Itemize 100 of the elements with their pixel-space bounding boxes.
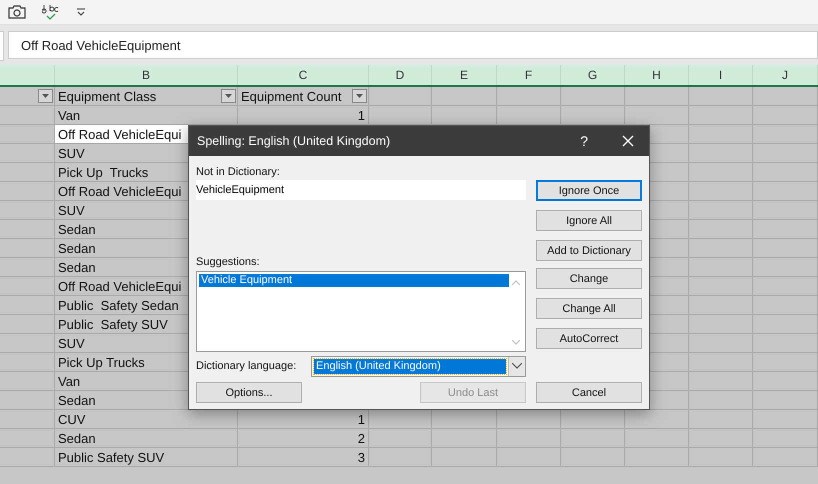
table-cell [689, 372, 753, 391]
table-cell [689, 239, 753, 258]
table-cell [753, 315, 818, 334]
table-cell [753, 277, 818, 296]
filter-button[interactable] [352, 89, 367, 103]
table-cell [625, 448, 689, 467]
language-dropdown[interactable]: English (United Kingdom) [311, 356, 526, 376]
table-cell [689, 201, 753, 220]
table-cell [753, 87, 818, 106]
spelling-check-icon[interactable] [42, 3, 60, 21]
customize-caret-icon[interactable] [76, 7, 86, 17]
table-cell [689, 391, 753, 410]
table-cell [753, 429, 818, 448]
table-cell [432, 448, 497, 467]
table-cell [561, 87, 625, 106]
table-cell [561, 448, 625, 467]
help-button[interactable]: ? [580, 133, 588, 149]
table-cell [753, 448, 818, 467]
table-cell [753, 391, 818, 410]
not-in-dictionary-field[interactable]: VehicleEquipment [196, 180, 526, 200]
dialog-button[interactable]: Ignore Once [536, 180, 642, 201]
table-cell [369, 448, 432, 467]
table-cell [0, 201, 55, 220]
table-cell [689, 353, 753, 372]
table-cell [689, 258, 753, 277]
table-cell [689, 410, 753, 429]
table-cell [753, 410, 818, 429]
table-cell [0, 296, 55, 315]
table-cell [0, 410, 55, 429]
close-icon[interactable] [622, 135, 634, 147]
table-cell [689, 182, 753, 201]
table-cell [0, 315, 55, 334]
table-cell [497, 87, 561, 106]
column-header[interactable]: G [561, 65, 625, 85]
table-cell [0, 391, 55, 410]
table-cell [753, 372, 818, 391]
dialog-button[interactable]: Cancel [536, 382, 642, 403]
formula-input-field[interactable]: Off Road VehicleEquipment [8, 31, 818, 59]
filter-button[interactable] [38, 89, 53, 103]
table-cell [753, 144, 818, 163]
table-cell [0, 277, 55, 296]
suggestion-item[interactable]: Vehicle Equipment [199, 274, 509, 287]
dialog-button[interactable]: Ignore All [536, 210, 642, 231]
table-cell [432, 87, 497, 106]
table-header-cell: Equipment Class [58, 88, 156, 104]
table-cell [753, 201, 818, 220]
caret-icon [42, 94, 49, 98]
table-cell [432, 429, 497, 448]
column-header[interactable]: I [689, 65, 753, 85]
column-header[interactable]: E [432, 65, 497, 85]
caret-icon [356, 94, 363, 98]
table-cell [753, 334, 818, 353]
table-cell[interactable]: Sedan [55, 429, 238, 448]
table-header-cell: Equipment Count [241, 88, 342, 104]
column-header[interactable]: D [369, 65, 432, 85]
table-cell [369, 429, 432, 448]
table-cell [689, 144, 753, 163]
table-cell: 2 [238, 429, 369, 448]
column-header[interactable]: J [753, 65, 818, 85]
table-cell [0, 144, 55, 163]
table-cell [497, 429, 561, 448]
dialog-button[interactable]: Options... [196, 382, 302, 403]
camera-icon[interactable] [8, 4, 26, 20]
table-cell [625, 87, 689, 106]
table-cell [689, 87, 753, 106]
table-cell [689, 315, 753, 334]
table-cell [689, 334, 753, 353]
table-cell [497, 448, 561, 467]
table-cell [0, 182, 55, 201]
table-cell [0, 353, 55, 372]
dialog-button[interactable]: Add to Dictionary [536, 240, 642, 261]
column-header[interactable]: H [625, 65, 689, 85]
table-cell [689, 277, 753, 296]
table-cell [0, 372, 55, 391]
dialog-button[interactable]: Change All [536, 298, 642, 319]
table-cell [753, 220, 818, 239]
table-cell [689, 296, 753, 315]
caret-icon [225, 94, 232, 98]
table-cell [0, 429, 55, 448]
filter-button[interactable] [221, 89, 236, 103]
dialog-button[interactable]: Change [536, 268, 642, 289]
table-cell [0, 239, 55, 258]
table-cell [753, 182, 818, 201]
table-cell [753, 239, 818, 258]
table-cell [753, 106, 818, 125]
column-header[interactable]: C [238, 65, 369, 85]
column-header[interactable]: F [497, 65, 561, 85]
table-cell [753, 163, 818, 182]
table-cell [0, 334, 55, 353]
dialog-button[interactable]: AutoCorrect [536, 328, 642, 349]
column-header[interactable]: B [55, 65, 238, 85]
table-cell: 3 [238, 448, 369, 467]
table-cell[interactable]: Public Safety SUV [55, 448, 238, 467]
chevron-down-icon [512, 363, 522, 369]
table-cell [0, 258, 55, 277]
table-cell [689, 106, 753, 125]
table-cell [753, 353, 818, 372]
table-cell [0, 163, 55, 182]
table-cell [753, 125, 818, 144]
table-cell [689, 448, 753, 467]
